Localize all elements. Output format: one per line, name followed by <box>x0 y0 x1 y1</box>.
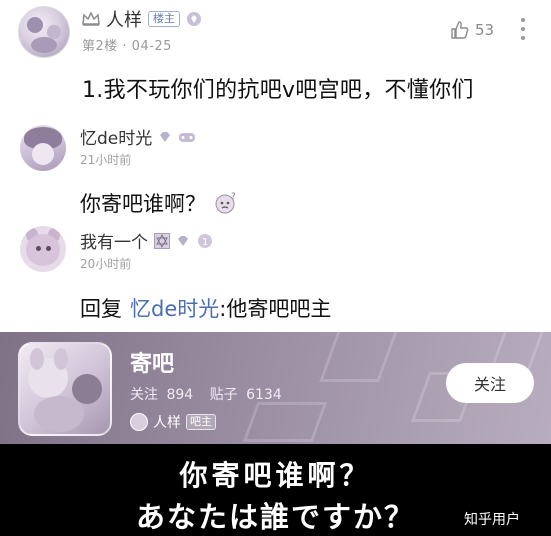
gamepad-badge-icon <box>179 132 196 142</box>
username-row: 人样 楼主 <box>82 6 202 32</box>
like-count: 53 <box>475 21 495 39</box>
tieba-owner: 人样 吧主 <box>130 412 216 432</box>
reply-content: 回复 忆de时光 :他寄吧吧主 <box>80 293 331 323</box>
reply-username[interactable]: 我有一个 <box>80 228 148 253</box>
posts-count: 6134 <box>246 387 282 403</box>
tieba-stats: 关注 894 贴子 6134 <box>130 384 286 404</box>
post-header: 人样 楼主 第2楼 · 04-25 53 <box>0 0 551 60</box>
floor-meta: 第2楼 · 04-25 <box>82 39 172 54</box>
svg-text:1: 1 <box>202 237 208 248</box>
diamond-badge-icon <box>178 235 188 246</box>
reply-time: 21小时前 <box>80 153 132 167</box>
followers-label: 关注 <box>130 387 158 403</box>
level-badge-icon <box>187 12 201 26</box>
posts-label: 贴子 <box>209 387 238 403</box>
op-badge: 楼主 <box>148 11 180 27</box>
reply-username-row: 我有一个 1 <box>80 228 214 253</box>
follow-button[interactable]: 关注 <box>446 363 534 403</box>
crown-icon <box>82 12 100 26</box>
more-options-icon[interactable] <box>518 16 528 42</box>
reply-avatar[interactable] <box>20 125 66 171</box>
reply-username-row: 忆de时光 <box>80 124 196 149</box>
svg-text:?: ? <box>231 192 236 202</box>
mention-link[interactable]: 忆de时光 <box>130 293 219 323</box>
reply-username[interactable]: 忆de时光 <box>80 124 152 149</box>
thumbs-up-icon <box>451 21 469 39</box>
reply-text: :他寄吧吧主 <box>219 297 332 321</box>
star-of-david-icon <box>154 232 170 249</box>
reply-time: 20小时前 <box>80 257 132 271</box>
owner-avatar <box>130 413 148 431</box>
level-badge-icon: 1 <box>198 233 212 248</box>
user-avatar[interactable] <box>18 6 70 58</box>
post-content: 1.我不玩你们的抗吧v吧宫吧，不懂你们 <box>82 78 474 103</box>
tieba-avatar <box>18 342 112 436</box>
reply-avatar[interactable] <box>20 226 66 272</box>
like-button[interactable]: 53 <box>450 20 494 40</box>
username[interactable]: 人样 <box>106 6 142 32</box>
reply-prefix: 回复 <box>80 297 122 321</box>
tieba-name: 寄吧 <box>130 352 175 377</box>
followers-count: 894 <box>166 387 194 403</box>
owner-name: 人样 <box>153 415 181 431</box>
confused-face-emoji: ? <box>215 192 236 214</box>
watermark: 知乎用户 <box>464 512 520 528</box>
diamond-badge-icon <box>160 131 171 142</box>
meme-line-1: 你寄吧谁啊？ <box>179 459 372 492</box>
owner-badge: 吧主 <box>186 414 216 430</box>
reply-text: 你寄吧谁啊？ <box>80 192 206 216</box>
reply-content: 你寄吧谁啊？ ? <box>80 188 238 218</box>
